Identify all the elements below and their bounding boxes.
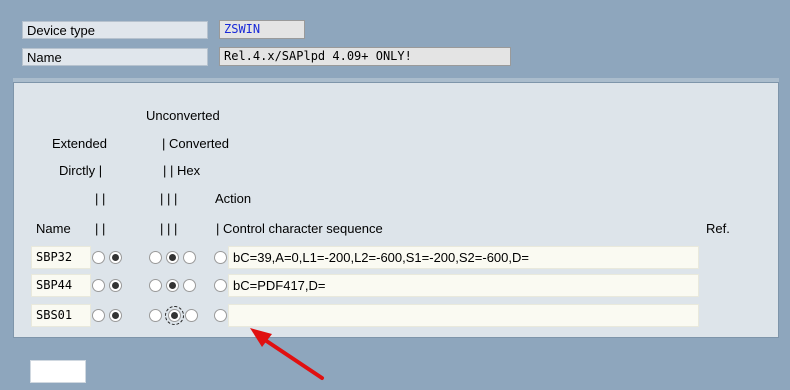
row-name-field[interactable]: SBP32 (31, 246, 91, 269)
sequence-field[interactable]: bC=PDF417,D= (228, 274, 699, 297)
header-hex: | | Hex (163, 163, 201, 178)
radio-converted[interactable] (166, 279, 179, 292)
radio-unconverted[interactable] (149, 279, 162, 292)
command-field[interactable] (30, 360, 86, 383)
row-name-field[interactable]: SBS01 (31, 304, 91, 327)
control-sequence-panel (13, 82, 779, 338)
header-dirctly: Dirctly | (59, 163, 103, 178)
radio-directly[interactable] (109, 251, 122, 264)
header-extended: Extended (52, 136, 107, 151)
radio-extended[interactable] (92, 309, 105, 322)
header-pipes-a: | | (95, 191, 106, 206)
header-control-sequence: | Control character sequence (216, 221, 383, 236)
radio-hex[interactable] (185, 309, 198, 322)
radio-hex[interactable] (183, 279, 196, 292)
header-action: Action (215, 191, 252, 206)
header-pipes-c: | | | (160, 221, 178, 236)
radio-extended[interactable] (92, 251, 105, 264)
radio-action[interactable] (214, 279, 227, 292)
header-name: Name (36, 221, 71, 236)
status-area (13, 344, 779, 390)
radio-action[interactable] (214, 251, 227, 264)
sequence-field[interactable]: bC=39,A=0,L1=-200,L2=-600,S1=-200,S2=-60… (228, 246, 699, 269)
device-type-label: Device type (22, 21, 208, 39)
header-unconverted: Unconverted (146, 108, 220, 123)
row-name-field[interactable]: SBP44 (31, 274, 91, 297)
header-ref: Ref. (706, 221, 730, 236)
radio-converted[interactable] (166, 251, 179, 264)
radio-hex[interactable] (183, 251, 196, 264)
radio-extended[interactable] (92, 279, 105, 292)
radio-directly[interactable] (109, 309, 122, 322)
header-name-pipes: | | (95, 221, 106, 236)
header-converted: | Converted (162, 136, 229, 151)
radio-converted[interactable] (165, 306, 184, 325)
header-pipes-b: | | | (160, 191, 178, 206)
radio-unconverted[interactable] (149, 251, 162, 264)
name-label: Name (22, 48, 208, 66)
radio-unconverted[interactable] (149, 309, 162, 322)
sequence-field[interactable] (228, 304, 699, 327)
device-type-field[interactable]: ZSWIN (219, 20, 305, 39)
radio-action[interactable] (214, 309, 227, 322)
name-field[interactable]: Rel.4.x/SAPlpd 4.09+ ONLY! (219, 47, 511, 66)
radio-directly[interactable] (109, 279, 122, 292)
